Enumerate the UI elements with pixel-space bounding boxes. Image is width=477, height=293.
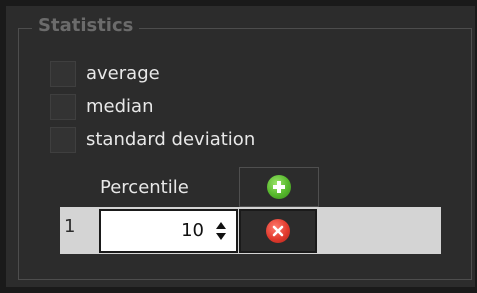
average-option[interactable]: average: [50, 61, 160, 87]
spin-up-icon[interactable]: [216, 222, 226, 229]
median-checkbox[interactable]: [50, 94, 76, 120]
spin-down-icon[interactable]: [216, 233, 226, 240]
standard-deviation-label: standard deviation: [86, 129, 256, 150]
average-checkbox[interactable]: [50, 61, 76, 87]
spinner-arrows: [216, 222, 226, 240]
standard-deviation-checkbox[interactable]: [50, 127, 76, 153]
percentile-spinbox[interactable]: 10: [99, 209, 238, 253]
delete-percentile-button[interactable]: [239, 209, 317, 253]
row-index: 1: [64, 216, 76, 237]
statistics-title: Statistics: [32, 15, 140, 37]
percentile-header: Percentile: [100, 177, 189, 198]
add-percentile-button[interactable]: [239, 167, 319, 207]
plus-circle-icon: [267, 175, 291, 199]
standard-deviation-option[interactable]: standard deviation: [50, 127, 255, 153]
median-label: median: [86, 96, 154, 117]
average-label: average: [86, 63, 160, 84]
percentile-value: 10: [181, 220, 204, 241]
close-circle-icon: [266, 219, 290, 243]
median-option[interactable]: median: [50, 94, 153, 120]
